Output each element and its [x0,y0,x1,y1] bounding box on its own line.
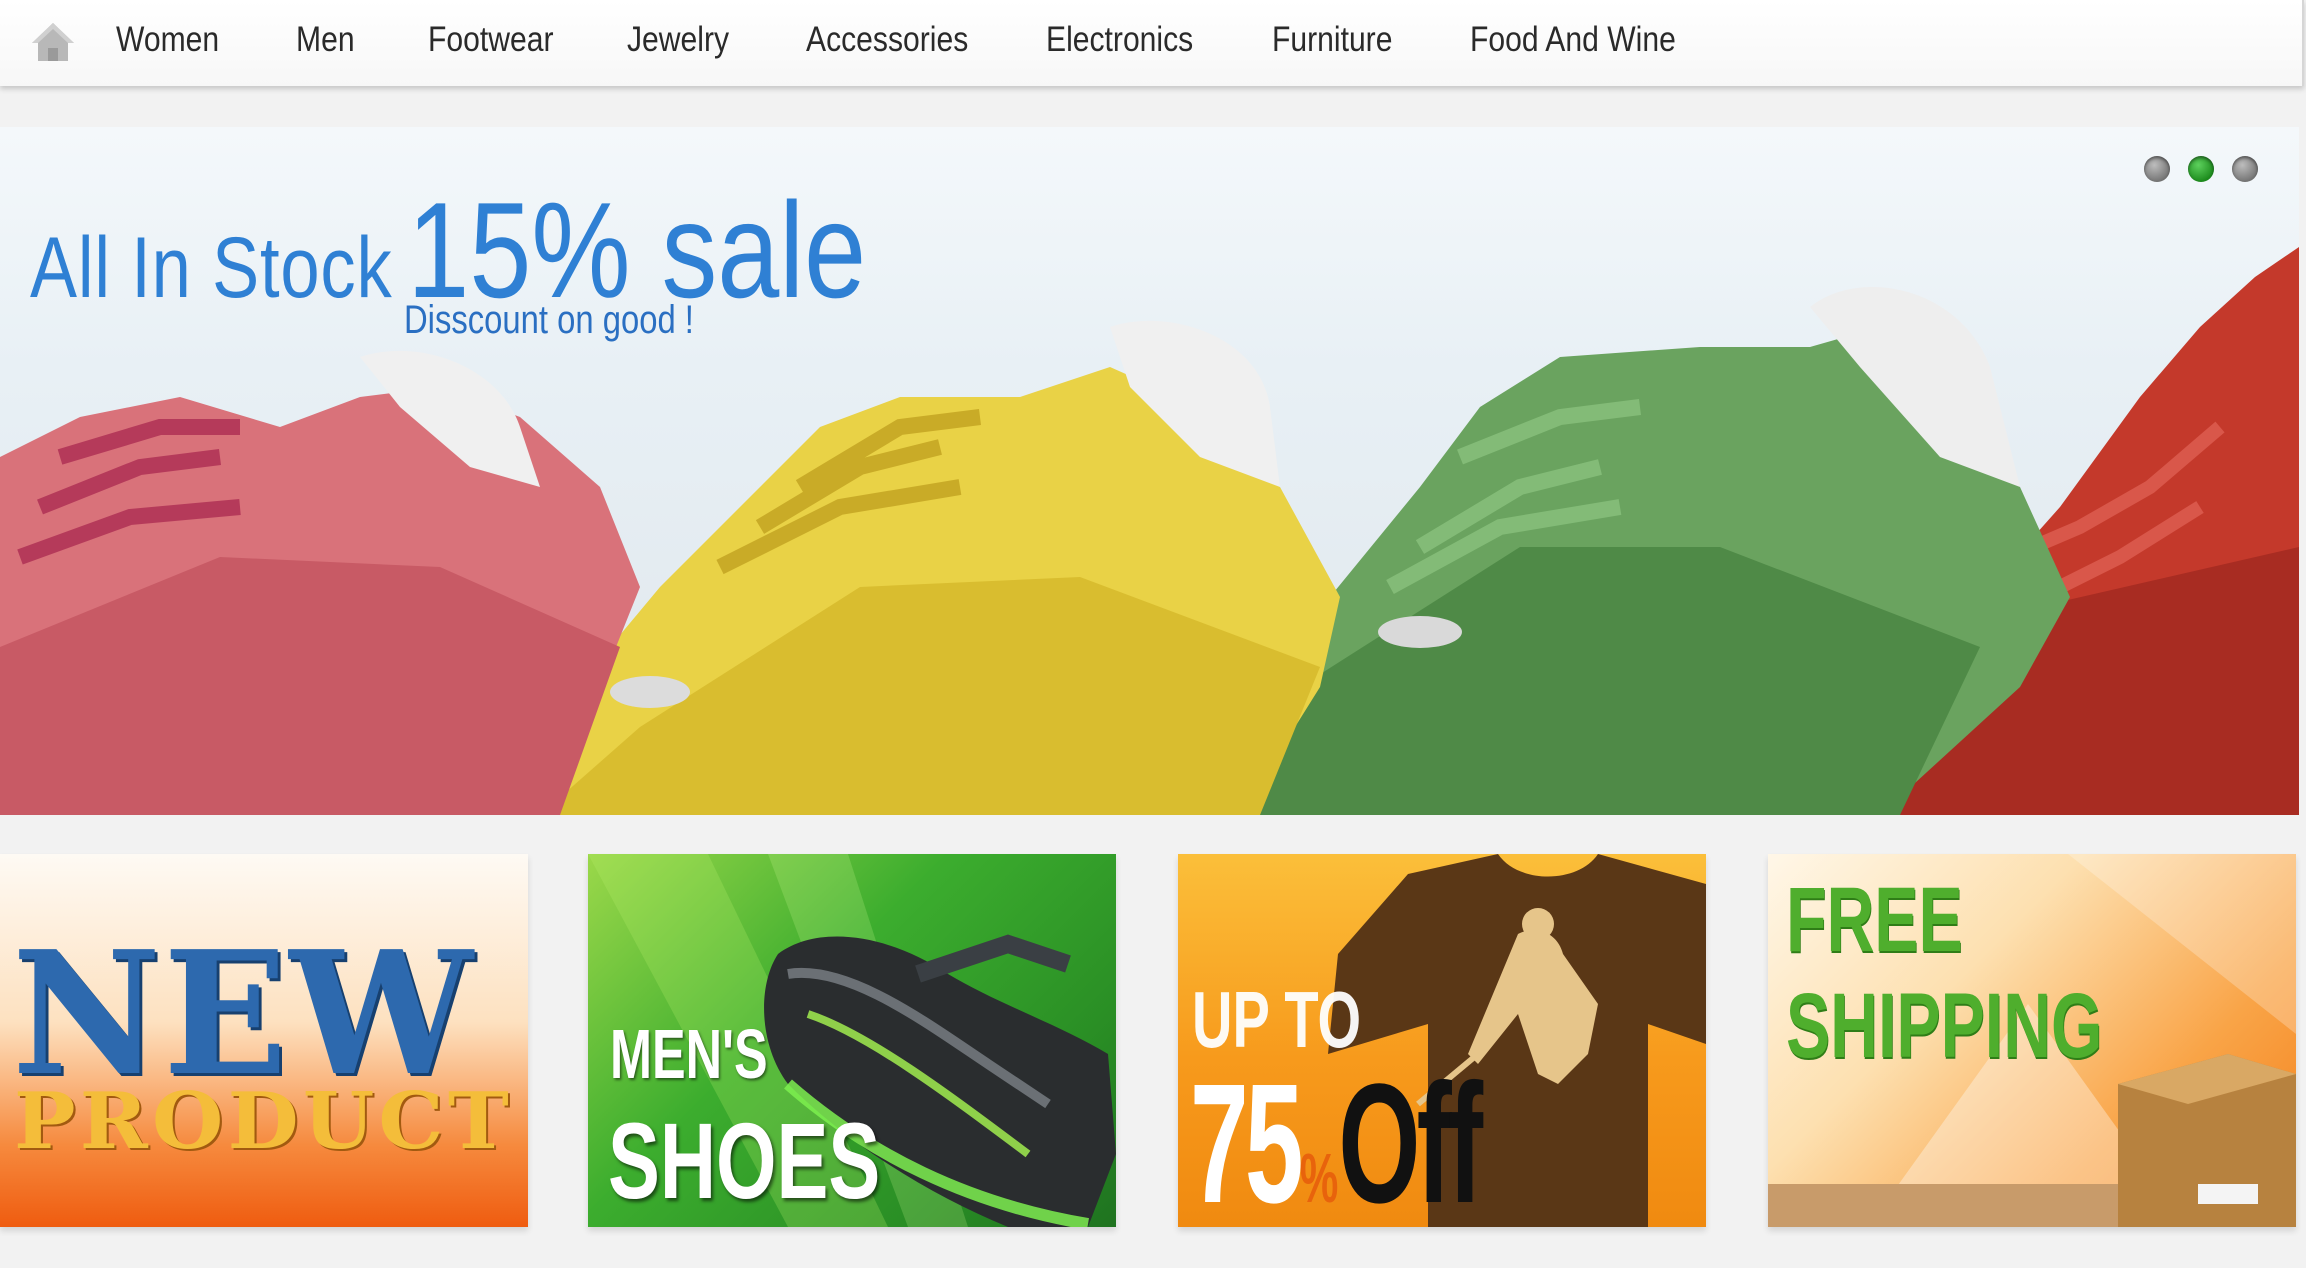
nav-item-men[interactable]: Men [296,20,355,60]
promo-discount[interactable]: UP TO 75%Off [1178,854,1706,1227]
nav-item-women[interactable]: Women [116,20,219,60]
promo-discount-number: 75 [1190,1049,1304,1227]
hero-slider[interactable]: All In Stock 15% sale Disscount on good ! [0,127,2299,815]
nav-item-food-and-wine[interactable]: Food And Wine [1470,20,1676,60]
promo-product-word: PRODUCT [14,1076,513,1167]
hero-title-small: All In Stock [30,220,393,316]
hero-subtitle: Disscount on good ! [404,298,694,342]
nav-item-accessories[interactable]: Accessories [806,20,968,60]
promo-percent-sign: % [1299,1139,1339,1217]
promo-shoes-word: SHOES [608,1100,881,1221]
slider-dot-1[interactable] [2144,156,2170,182]
promo-off-word: Off [1338,1049,1483,1227]
nav-item-furniture[interactable]: Furniture [1272,20,1392,60]
nav-item-jewelry[interactable]: Jewelry [627,20,729,60]
slider-dot-2[interactable] [2188,156,2214,182]
home-icon[interactable] [30,20,76,64]
nav-item-footwear[interactable]: Footwear [428,20,553,60]
slider-dot-3[interactable] [2232,156,2258,182]
top-nav: Women Men Footwear Jewelry Accessories E… [0,0,2304,86]
promo-new-product[interactable]: NEW PRODUCT [0,854,528,1227]
promo-mens-shoes[interactable]: MEN'S SHOES [588,854,1116,1227]
promo-free-word: FREE [1786,869,1963,971]
promo-free-shipping[interactable]: FREE SHIPPING [1768,854,2296,1227]
promo-discount-amount: 75%Off [1190,1046,1483,1227]
promo-mens-word: MEN'S [610,1015,768,1093]
nav-item-electronics[interactable]: Electronics [1046,20,1193,60]
promo-shipping-word: SHIPPING [1786,975,2103,1077]
